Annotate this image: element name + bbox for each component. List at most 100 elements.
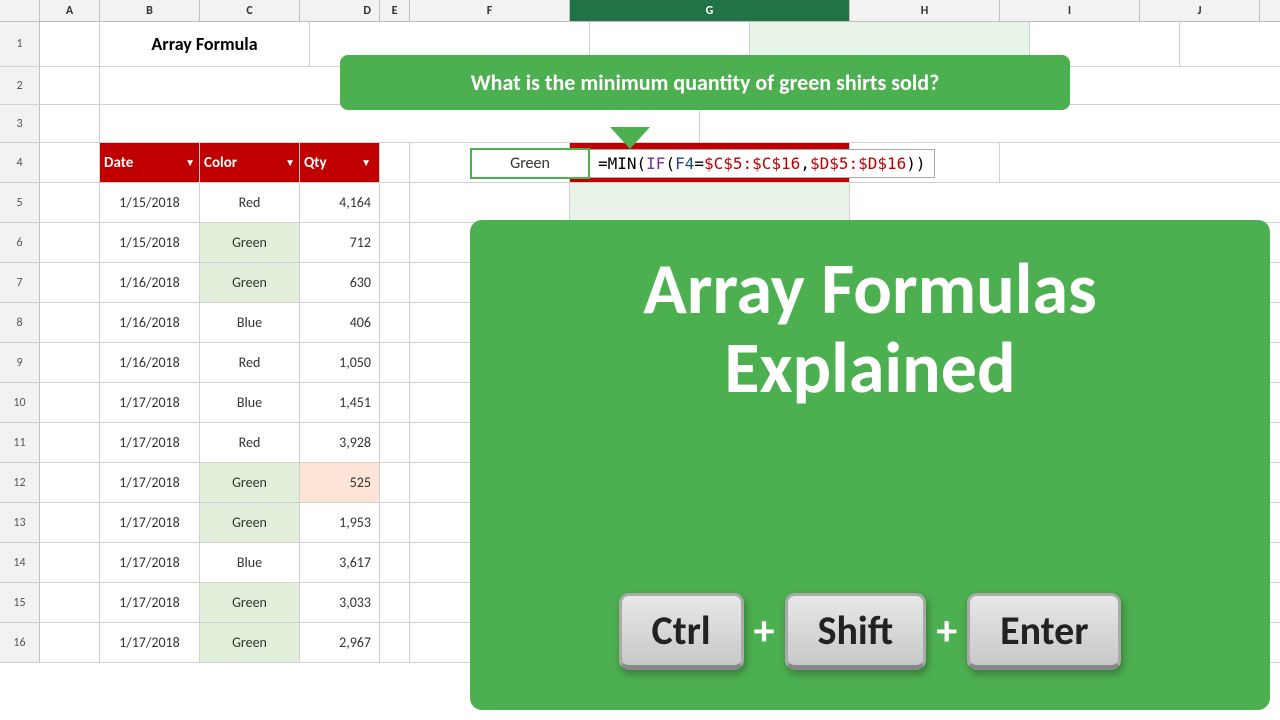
formula-input-cell[interactable]: Green	[470, 148, 590, 179]
row-num-10: 10	[0, 383, 40, 422]
col-header-j[interactable]: J	[1140, 0, 1260, 21]
qty-dropdown-icon[interactable]: ▼	[361, 156, 371, 169]
cell-b10[interactable]: 1/17/2018	[100, 383, 200, 422]
col-header-c[interactable]: C	[200, 0, 300, 21]
cell-a11	[40, 423, 100, 462]
plus-2: +	[936, 606, 957, 657]
plus-1: +	[754, 606, 775, 657]
date-dropdown-icon[interactable]: ▼	[185, 156, 195, 169]
col-header-f[interactable]: F	[410, 0, 570, 21]
cell-d10[interactable]: 1,451	[300, 383, 380, 422]
row-num-8: 8	[0, 303, 40, 342]
color-dropdown-icon[interactable]: ▼	[285, 156, 295, 169]
cell-c10[interactable]: Blue	[200, 383, 300, 422]
panel-title: Array Formulas Explained	[643, 250, 1096, 408]
row-num-6: 6	[0, 223, 40, 262]
cell-a6	[40, 223, 100, 262]
panel-title-line2: Explained	[724, 324, 1015, 412]
cell-c4-color[interactable]: Color ▼	[200, 143, 300, 182]
cell-b7[interactable]: 1/16/2018	[100, 263, 200, 302]
cell-c8[interactable]: Blue	[200, 303, 300, 342]
row-num-14: 14	[0, 543, 40, 582]
cell-a12	[40, 463, 100, 502]
cell-b11[interactable]: 1/17/2018	[100, 423, 200, 462]
row-num-11: 11	[0, 423, 40, 462]
cell-d8[interactable]: 406	[300, 303, 380, 342]
cell-a1[interactable]	[40, 22, 100, 66]
cell-e4	[380, 143, 410, 182]
cell-f5	[410, 183, 570, 222]
cell-d13[interactable]: 1,953	[300, 503, 380, 542]
cell-c14[interactable]: Blue	[200, 543, 300, 582]
cell-c12[interactable]: Green	[200, 463, 300, 502]
callout-arrow	[610, 127, 650, 149]
cell-e12	[380, 463, 410, 502]
cell-b15[interactable]: 1/17/2018	[100, 583, 200, 622]
formula-c-range: $C$5:$C$16	[704, 154, 800, 173]
col-header-b[interactable]: B	[100, 0, 200, 21]
cell-a15	[40, 583, 100, 622]
cell-a3	[40, 105, 100, 142]
row-num-12: 12	[0, 463, 40, 502]
cell-e11	[380, 423, 410, 462]
cell-a10	[40, 383, 100, 422]
cell-a4	[40, 143, 100, 182]
cell-d4-qty[interactable]: Qty ▼	[300, 143, 380, 182]
cell-b1[interactable]: Array Formula	[100, 22, 310, 66]
row-5: 5 1/15/2018 Red 4,164	[0, 183, 1280, 223]
row-num-7: 7	[0, 263, 40, 302]
cell-a14	[40, 543, 100, 582]
col-header-i[interactable]: I	[1000, 0, 1140, 21]
cell-d9[interactable]: 1,050	[300, 343, 380, 382]
cell-a2	[40, 67, 100, 104]
row-num-16: 16	[0, 623, 40, 662]
ctrl-key[interactable]: Ctrl	[619, 593, 744, 670]
cell-b5[interactable]: 1/15/2018	[100, 183, 200, 222]
cell-b4-date[interactable]: Date ▼	[100, 143, 200, 182]
col-header-e[interactable]: E	[380, 0, 410, 21]
col-header-d[interactable]: D	[300, 0, 380, 21]
cell-c7[interactable]: Green	[200, 263, 300, 302]
enter-key[interactable]: Enter	[967, 593, 1121, 670]
formula-d-range: $D$5:$D$16	[810, 154, 906, 173]
cell-b6[interactable]: 1/15/2018	[100, 223, 200, 262]
corner-cell	[0, 0, 40, 21]
cell-d7[interactable]: 630	[300, 263, 380, 302]
cell-e10	[380, 383, 410, 422]
cell-c9[interactable]: Red	[200, 343, 300, 382]
cell-b14[interactable]: 1/17/2018	[100, 543, 200, 582]
row-num-4: 4	[0, 143, 40, 182]
cell-c11[interactable]: Red	[200, 423, 300, 462]
qty-header-label: Qty	[304, 154, 327, 172]
cell-c5[interactable]: Red	[200, 183, 300, 222]
cell-b12[interactable]: 1/17/2018	[100, 463, 200, 502]
formula-bar[interactable]: =MIN(IF(F4=$C$5:$C$16,$D$5:$D$16))	[590, 149, 935, 178]
col-header-g[interactable]: G	[570, 0, 850, 21]
keys-row: Ctrl + Shift + Enter	[619, 593, 1122, 670]
cell-c13[interactable]: Green	[200, 503, 300, 542]
col-header-a[interactable]: A	[40, 0, 100, 21]
cell-e16	[380, 623, 410, 662]
row-num-3: 3	[0, 105, 40, 142]
cell-b16[interactable]: 1/17/2018	[100, 623, 200, 662]
cell-d16[interactable]: 2,967	[300, 623, 380, 662]
cell-d15[interactable]: 3,033	[300, 583, 380, 622]
formula-f4: F4	[675, 154, 694, 173]
shift-key[interactable]: Shift	[785, 593, 927, 670]
cell-c15[interactable]: Green	[200, 583, 300, 622]
formula-close: ))	[906, 154, 925, 173]
cell-c6[interactable]: Green	[200, 223, 300, 262]
cell-b9[interactable]: 1/16/2018	[100, 343, 200, 382]
cell-d11[interactable]: 3,928	[300, 423, 380, 462]
cell-d6[interactable]: 712	[300, 223, 380, 262]
cell-b13[interactable]: 1/17/2018	[100, 503, 200, 542]
cell-a13	[40, 503, 100, 542]
col-header-h[interactable]: H	[850, 0, 1000, 21]
cell-b8[interactable]: 1/16/2018	[100, 303, 200, 342]
cell-d14[interactable]: 3,617	[300, 543, 380, 582]
row-num-13: 13	[0, 503, 40, 542]
cell-d5[interactable]: 4,164	[300, 183, 380, 222]
cell-c16[interactable]: Green	[200, 623, 300, 662]
cell-e13	[380, 503, 410, 542]
cell-d12[interactable]: 525	[300, 463, 380, 502]
